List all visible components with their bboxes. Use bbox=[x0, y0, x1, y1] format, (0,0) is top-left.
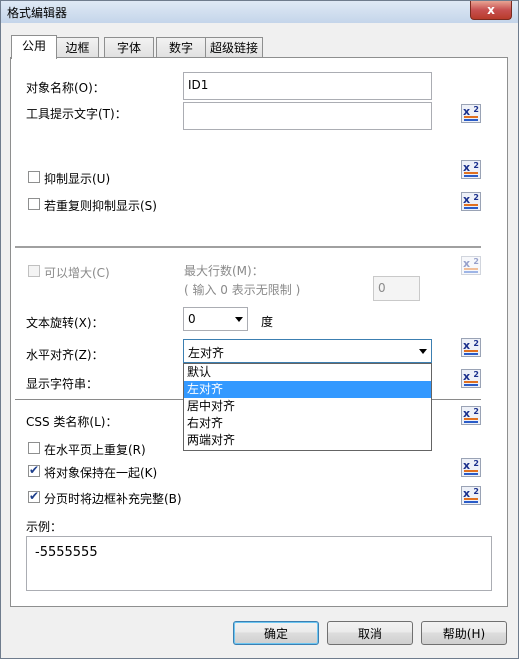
tab-font[interactable]: 字体 bbox=[104, 37, 154, 58]
display-string-label: 显示字符串： bbox=[26, 377, 99, 391]
checkmark-icon: ✔ bbox=[29, 489, 40, 503]
example-value: -5555555 bbox=[35, 545, 98, 560]
formula-superscript: 2 bbox=[473, 161, 479, 170]
close-border-label: 分页时将边框补充完整(B) bbox=[44, 492, 182, 506]
tab-number[interactable]: 数字 bbox=[156, 37, 206, 58]
can-grow-checkbox[interactable] bbox=[28, 265, 40, 277]
halign-select[interactable]: 左对齐 bbox=[183, 339, 432, 363]
formula-superscript: 2 bbox=[473, 370, 479, 379]
formula-superscript: 2 bbox=[473, 339, 479, 348]
tab-common[interactable]: 公用 bbox=[11, 35, 57, 59]
formula-bar bbox=[464, 350, 478, 352]
example-label: 示例： bbox=[26, 520, 63, 534]
checkmark-icon: ✔ bbox=[29, 463, 40, 477]
close-border-checkbox[interactable]: ✔ bbox=[28, 489, 40, 503]
tooltip-label: 工具提示文字(T)： bbox=[26, 107, 127, 121]
tooltip-formula-button[interactable]: x2 bbox=[461, 104, 481, 123]
keep-together-formula-button[interactable]: x2 bbox=[461, 458, 481, 477]
formula-bar bbox=[464, 353, 478, 355]
halign-option[interactable]: 两端对齐 bbox=[184, 432, 431, 449]
halign-option[interactable]: 右对齐 bbox=[184, 415, 431, 432]
keep-together-checkbox[interactable]: ✔ bbox=[28, 463, 40, 477]
formula-bar bbox=[464, 473, 478, 475]
suppress-duplicates-label: 若重复则抑制显示(S) bbox=[44, 199, 157, 213]
section-divider bbox=[15, 246, 481, 248]
formula-bar bbox=[464, 172, 478, 174]
chevron-down-icon bbox=[235, 317, 243, 322]
halign-dropdown-list: 默认 左对齐 居中对齐 右对齐 两端对齐 bbox=[183, 363, 432, 451]
formula-superscript: 2 bbox=[473, 257, 479, 266]
formula-bar bbox=[464, 470, 478, 472]
repeat-horizontal-checkbox[interactable] bbox=[28, 442, 40, 454]
formula-bar bbox=[464, 116, 478, 118]
help-button[interactable]: 帮助(H) bbox=[421, 621, 507, 645]
suppress-duplicates-formula-button[interactable]: x2 bbox=[461, 192, 481, 211]
repeat-horizontal-label: 在水平页上重复(R) bbox=[44, 443, 146, 457]
halign-formula-button[interactable]: x2 bbox=[461, 338, 481, 357]
rotation-unit: 度 bbox=[261, 315, 274, 329]
rotation-select[interactable]: 0 bbox=[183, 307, 248, 331]
close-button[interactable]: x bbox=[470, 1, 512, 20]
formula-superscript: 2 bbox=[473, 105, 479, 114]
object-name-value: ID1 bbox=[188, 78, 209, 92]
formula-superscript: 2 bbox=[473, 487, 479, 496]
formula-bar bbox=[464, 418, 478, 420]
formula-bar bbox=[464, 384, 478, 386]
halign-value: 左对齐 bbox=[188, 346, 225, 360]
formula-superscript: 2 bbox=[473, 407, 479, 416]
keep-together-label: 将对象保持在一起(K) bbox=[44, 466, 158, 480]
formula-bar bbox=[464, 119, 478, 121]
max-lines-hint: ( 输入 0 表示无限制 ) bbox=[184, 283, 301, 297]
object-name-label: 对象名称(O)： bbox=[26, 81, 105, 95]
formula-bar bbox=[464, 268, 478, 270]
object-name-input[interactable]: ID1 bbox=[183, 72, 432, 100]
suppress-label: 抑制显示(U) bbox=[44, 172, 111, 186]
formula-bar bbox=[464, 175, 478, 177]
suppress-duplicates-checkbox[interactable] bbox=[28, 198, 40, 210]
tooltip-input[interactable] bbox=[183, 102, 432, 130]
window-title: 格式编辑器 bbox=[7, 6, 68, 20]
max-lines-input[interactable]: 0 bbox=[373, 276, 420, 301]
example-preview: -5555555 bbox=[26, 536, 492, 591]
suppress-checkbox[interactable] bbox=[28, 171, 40, 183]
display-string-formula-button[interactable]: x2 bbox=[461, 369, 481, 388]
halign-option-selected[interactable]: 左对齐 bbox=[184, 381, 431, 398]
css-formula-button[interactable]: x2 bbox=[461, 406, 481, 425]
can-grow-label: 可以增大(C) bbox=[44, 266, 110, 280]
max-lines-label: 最大行数(M)： bbox=[184, 264, 264, 278]
cancel-button[interactable]: 取消 bbox=[327, 621, 413, 645]
tab-panel-common bbox=[10, 57, 508, 607]
tab-hyperlink[interactable]: 超级链接 bbox=[205, 37, 263, 58]
close-icon: x bbox=[487, 3, 495, 17]
ok-button[interactable]: 确定 bbox=[233, 621, 319, 645]
title-bar: 格式编辑器 x bbox=[1, 1, 518, 23]
formula-superscript: 2 bbox=[473, 193, 479, 202]
halign-option[interactable]: 居中对齐 bbox=[184, 398, 431, 415]
halign-label: 水平对齐(Z)： bbox=[26, 348, 104, 362]
formula-bar bbox=[464, 381, 478, 383]
max-lines-value: 0 bbox=[378, 281, 386, 295]
chevron-down-icon bbox=[419, 349, 427, 354]
tab-border[interactable]: 边框 bbox=[56, 37, 99, 58]
can-grow-formula-button[interactable]: x2 bbox=[461, 256, 481, 275]
formula-bar bbox=[464, 498, 478, 500]
formula-bar bbox=[464, 501, 478, 503]
halign-option[interactable]: 默认 bbox=[184, 364, 431, 381]
formula-bar bbox=[464, 207, 478, 209]
rotation-label: 文本旋转(X)： bbox=[26, 316, 104, 330]
formula-superscript: 2 bbox=[473, 459, 479, 468]
formula-bar bbox=[464, 204, 478, 206]
formula-bar bbox=[464, 271, 478, 273]
formula-bar bbox=[464, 421, 478, 423]
close-border-formula-button[interactable]: x2 bbox=[461, 486, 481, 505]
css-class-label: CSS 类名称(L)： bbox=[26, 415, 118, 429]
suppress-formula-button[interactable]: x2 bbox=[461, 160, 481, 179]
rotation-value: 0 bbox=[188, 312, 196, 326]
